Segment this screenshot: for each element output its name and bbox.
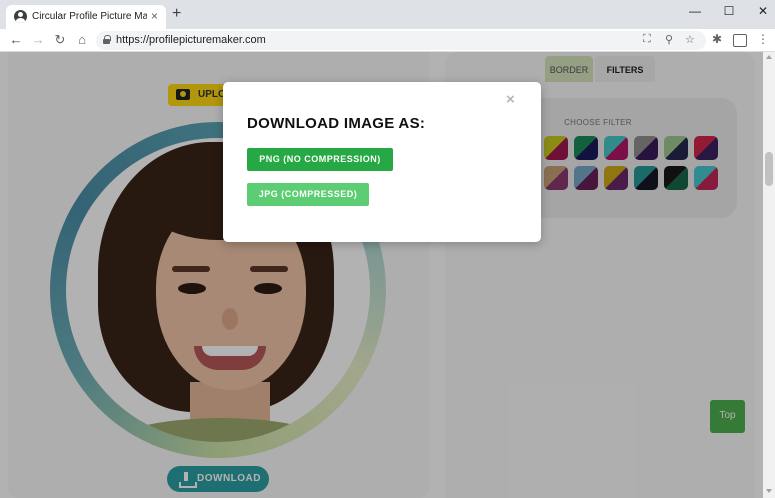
reload-icon[interactable]: ↻ (52, 32, 68, 48)
page-scrollbar[interactable] (763, 52, 775, 498)
download-png-button[interactable]: PNG (NO COMPRESSION) (247, 148, 393, 171)
lock-icon[interactable] (103, 35, 111, 44)
browser-tab[interactable]: Circular Profile Picture Maker × (6, 5, 166, 29)
browser-menu-icon[interactable]: ⋮ (757, 32, 769, 46)
back-icon[interactable]: ← (8, 32, 24, 48)
download-modal: × DOWNLOAD IMAGE AS: PNG (NO COMPRESSION… (223, 82, 541, 242)
tab-close-icon[interactable]: × (151, 9, 158, 23)
zoom-icon[interactable]: ⚲ (665, 33, 673, 46)
address-bar[interactable]: https://profilepicturemaker.com ⛶ ⚲ ☆ (96, 31, 706, 50)
tab-strip: Circular Profile Picture Maker × + — ☐ ✕ (0, 0, 775, 29)
modal-close-icon[interactable]: × (506, 92, 515, 108)
translate-icon[interactable]: ⛶ (643, 33, 651, 46)
browser-toolbar: ← → ↻ ⌂ https://profilepicturemaker.com … (0, 29, 775, 52)
close-window-icon[interactable]: ✕ (751, 4, 775, 18)
scroll-up-icon[interactable] (766, 55, 772, 59)
download-png-label: PNG (NO COMPRESSION) (259, 154, 381, 164)
scroll-down-icon[interactable] (766, 489, 772, 493)
home-icon[interactable]: ⌂ (74, 32, 90, 48)
minimize-icon[interactable]: — (683, 4, 707, 18)
calendar-extension-icon[interactable] (733, 34, 747, 47)
profile-favicon-icon (14, 10, 27, 23)
modal-title: DOWNLOAD IMAGE AS: (247, 115, 426, 132)
new-tab-icon[interactable]: + (172, 6, 181, 22)
scroll-thumb[interactable] (765, 152, 773, 186)
forward-icon[interactable]: → (30, 32, 46, 48)
url-text[interactable]: https://profilepicturemaker.com (116, 34, 266, 46)
maximize-icon[interactable]: ☐ (717, 4, 741, 18)
download-jpg-button[interactable]: JPG (COMPRESSED) (247, 183, 369, 206)
bookmark-star-icon[interactable]: ☆ (685, 33, 695, 46)
download-jpg-label: JPG (COMPRESSED) (258, 189, 358, 199)
browser-window: Circular Profile Picture Maker × + — ☐ ✕… (0, 0, 775, 498)
extensions-icon[interactable]: ✱ (712, 32, 722, 46)
tab-title: Circular Profile Picture Maker (32, 11, 147, 22)
